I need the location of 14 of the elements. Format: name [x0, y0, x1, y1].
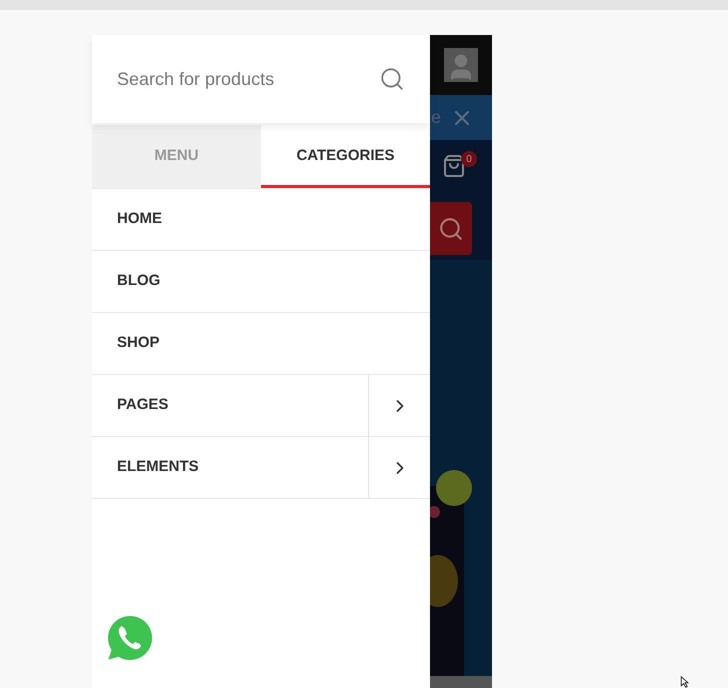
avatar[interactable] — [444, 48, 478, 82]
bag-icon[interactable] — [442, 154, 466, 178]
search-icon[interactable] — [379, 66, 405, 92]
menu-item[interactable]: HOME — [92, 189, 430, 250]
search-icon — [438, 216, 464, 242]
search-field[interactable]: Search for products — [117, 66, 379, 92]
menu-item[interactable]: BLOG — [92, 251, 430, 312]
search-button[interactable] — [430, 202, 472, 255]
cart-count-badge: 0 — [461, 151, 477, 167]
bottom-bar — [430, 676, 492, 688]
menu-item[interactable]: PAGES — [92, 375, 368, 436]
notice-text: e — [430, 106, 442, 129]
menu-item[interactable]: SHOP — [92, 313, 430, 374]
menu-item[interactable]: ELEMENTS — [92, 437, 368, 498]
